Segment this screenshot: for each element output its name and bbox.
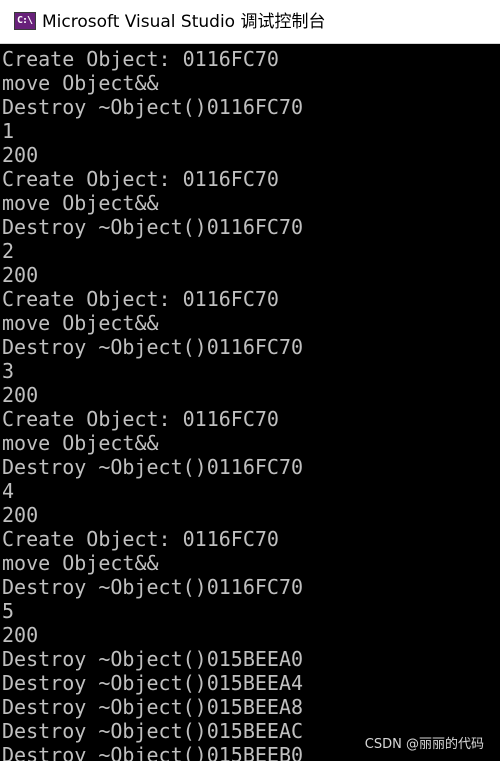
csdn-watermark: CSDN @丽丽的代码 — [364, 737, 484, 752]
console-line: move Object&& — [2, 311, 159, 335]
console-line: Create Object: 0116FC70 — [2, 47, 279, 71]
console-window: C:\ Microsoft Visual Studio 调试控制台 Create… — [0, 0, 500, 761]
console-line: 1 — [2, 119, 15, 143]
console-line: 200 — [2, 383, 39, 407]
console-line: Destroy ~Object()015BEEAC — [2, 719, 304, 743]
console-line: 200 — [2, 623, 39, 647]
console-line: 4 — [2, 479, 15, 503]
console-line: Destroy ~Object()015BEEA0 — [2, 647, 304, 671]
console-line: 5 — [2, 599, 15, 623]
console-line: 2 — [2, 239, 15, 263]
console-line: Create Object: 0116FC70 — [2, 287, 279, 311]
console-line: Destroy ~Object()0116FC70 — [2, 215, 304, 239]
console-line: 200 — [2, 263, 39, 287]
console-line: Destroy ~Object()015BEEB0 — [2, 743, 304, 761]
console-line: move Object&& — [2, 71, 159, 95]
console-line: Destroy ~Object()0116FC70 — [2, 575, 304, 599]
console-line: 200 — [2, 503, 39, 527]
console-line: Create Object: 0116FC70 — [2, 527, 279, 551]
window-title: Microsoft Visual Studio 调试控制台 — [42, 12, 326, 32]
console-line: Create Object: 0116FC70 — [2, 407, 279, 431]
console-app-icon: C:\ — [14, 12, 36, 30]
console-line: Destroy ~Object()0116FC70 — [2, 455, 304, 479]
console-icon-glyph: C:\ — [17, 15, 33, 26]
console-line: 200 — [2, 143, 39, 167]
console-line: move Object&& — [2, 431, 159, 455]
title-bar[interactable]: C:\ Microsoft Visual Studio 调试控制台 — [0, 0, 500, 44]
console-line: Destroy ~Object()0116FC70 — [2, 95, 304, 119]
console-line: Destroy ~Object()015BEEA4 — [2, 671, 304, 695]
console-line: Create Object: 0116FC70 — [2, 167, 279, 191]
console-line: move Object&& — [2, 191, 159, 215]
console-line: move Object&& — [2, 551, 159, 575]
console-line: Destroy ~Object()0116FC70 — [2, 335, 304, 359]
console-line: Destroy ~Object()015BEEA8 — [2, 695, 304, 719]
console-line: 3 — [2, 359, 15, 383]
console-output[interactable]: Create Object: 0116FC70 move Object&& Dest… — [0, 45, 500, 761]
